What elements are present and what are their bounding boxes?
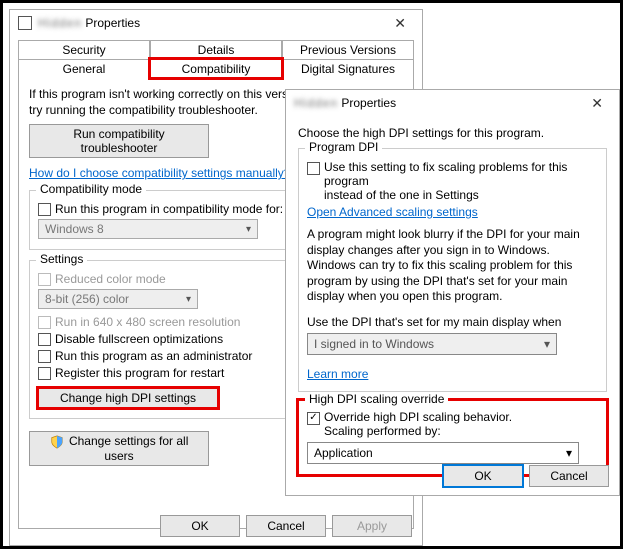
dpi-override-legend: High DPI scaling override bbox=[305, 392, 448, 406]
change-all-users-button[interactable]: Change settings for all users bbox=[29, 431, 209, 466]
dialog-body: Choose the high DPI settings for this pr… bbox=[286, 116, 619, 485]
app-icon bbox=[18, 16, 32, 30]
settings-legend: Settings bbox=[36, 252, 87, 266]
change-high-dpi-button[interactable]: Change high DPI settings bbox=[38, 388, 218, 408]
heading: Choose the high DPI settings for this pr… bbox=[298, 126, 607, 140]
use-dpi-label: Use the DPI that's set for my main displ… bbox=[307, 315, 598, 329]
checkbox-icon bbox=[38, 316, 51, 329]
chevron-down-icon: ▾ bbox=[544, 337, 550, 351]
checkbox-icon bbox=[38, 273, 51, 286]
help-link[interactable]: How do I choose compatibility settings m… bbox=[29, 166, 290, 180]
run-troubleshooter-button[interactable]: Run compatibility troubleshooter bbox=[29, 124, 209, 158]
title-appname: Hidden bbox=[38, 16, 82, 30]
scaling-select[interactable]: Application ▾ bbox=[307, 442, 579, 464]
chevron-down-icon: ▾ bbox=[246, 224, 251, 235]
checkbox-icon bbox=[38, 350, 51, 363]
color-depth-select[interactable]: 8-bit (256) color ▾ bbox=[38, 289, 198, 309]
advanced-scaling-link[interactable]: Open Advanced scaling settings bbox=[307, 205, 478, 219]
close-icon[interactable]: ✕ bbox=[386, 15, 414, 32]
checkbox-icon bbox=[307, 162, 320, 175]
chevron-down-icon: ▾ bbox=[186, 294, 191, 305]
cancel-button[interactable]: Cancel bbox=[246, 515, 326, 537]
chevron-down-icon: ▾ bbox=[566, 446, 572, 460]
apply-button[interactable]: Apply bbox=[332, 515, 412, 537]
tab-compatibility[interactable]: Compatibility bbox=[150, 59, 282, 78]
tab-security[interactable]: Security bbox=[18, 40, 150, 59]
title-suffix: Properties bbox=[85, 16, 140, 30]
tabs: Security Details Previous Versions Gener… bbox=[18, 40, 414, 78]
checkbox-icon bbox=[38, 367, 51, 380]
use-setting-checkbox[interactable]: Use this setting to fix scaling problems… bbox=[307, 160, 598, 202]
compat-legend: Compatibility mode bbox=[36, 182, 146, 196]
checkbox-icon bbox=[38, 333, 51, 346]
dialog-buttons: OK Cancel Apply bbox=[160, 515, 412, 537]
tab-general[interactable]: General bbox=[18, 59, 150, 78]
titlebar: Hidden Properties ✕ bbox=[286, 90, 619, 116]
tab-previous-versions[interactable]: Previous Versions bbox=[282, 40, 414, 59]
checkbox-icon: ✓ bbox=[307, 412, 320, 425]
titlebar: Hidden Properties ✕ bbox=[10, 10, 422, 36]
program-dpi-group: Program DPI Use this setting to fix scal… bbox=[298, 148, 607, 392]
checkbox-icon bbox=[38, 203, 51, 216]
override-checkbox[interactable]: ✓ Override high DPI scaling behavior. Sc… bbox=[307, 410, 598, 438]
shield-icon bbox=[50, 435, 64, 449]
ok-button[interactable]: OK bbox=[443, 465, 523, 487]
dialog-buttons: OK Cancel bbox=[443, 465, 609, 487]
learn-more-link[interactable]: Learn more bbox=[307, 367, 368, 381]
program-dpi-legend: Program DPI bbox=[305, 140, 382, 154]
high-dpi-dialog: Hidden Properties ✕ Choose the high DPI … bbox=[285, 89, 620, 496]
use-dpi-select[interactable]: I signed in to Windows ▾ bbox=[307, 333, 557, 355]
ok-button[interactable]: OK bbox=[160, 515, 240, 537]
program-dpi-description: A program might look blurry if the DPI f… bbox=[307, 227, 598, 305]
dpi-override-group: High DPI scaling override ✓ Override hig… bbox=[298, 400, 607, 475]
title-appname: Hidden bbox=[294, 96, 338, 110]
close-icon[interactable]: ✕ bbox=[583, 95, 611, 112]
compat-mode-select[interactable]: Windows 8 ▾ bbox=[38, 219, 258, 239]
cancel-button[interactable]: Cancel bbox=[529, 465, 609, 487]
title-suffix: Properties bbox=[341, 96, 396, 110]
tab-digital-signatures[interactable]: Digital Signatures bbox=[282, 59, 414, 78]
tab-details[interactable]: Details bbox=[150, 40, 282, 59]
